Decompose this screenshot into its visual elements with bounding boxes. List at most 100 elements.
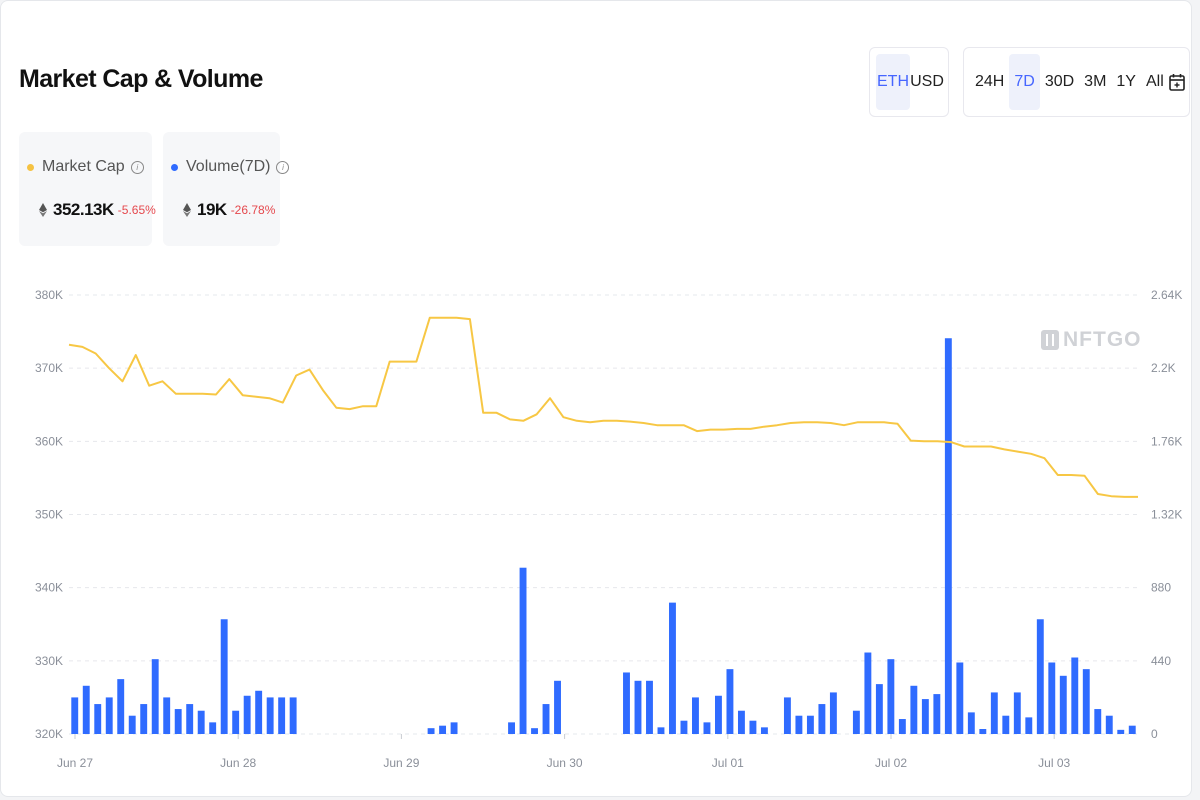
currency-eth-button[interactable]: ETH — [876, 54, 910, 110]
volume-bar — [657, 727, 665, 734]
volume-bar — [1128, 725, 1136, 734]
right-axis-tick-label: 1.32K — [1151, 508, 1182, 522]
volume-value: 19K — [197, 200, 227, 219]
volume-bar — [1071, 657, 1079, 734]
volume-bar — [117, 679, 125, 734]
x-axis-tick-label: Jul 02 — [875, 756, 907, 770]
market-cap-volume-card: Market Cap & Volume ETH USD 24H 7D 30D 3… — [0, 0, 1192, 797]
volume-bar — [829, 692, 837, 734]
volume-bar — [864, 652, 872, 734]
volume-bar — [71, 697, 79, 734]
info-icon[interactable]: i — [276, 160, 290, 174]
volume-bar — [703, 722, 711, 734]
left-axis-tick-label: 340K — [35, 581, 63, 595]
volume-bar — [1048, 662, 1056, 734]
volume-bar — [163, 697, 171, 734]
volume-bar — [760, 727, 768, 734]
volume-bar — [197, 710, 205, 734]
volume-bar — [898, 719, 906, 734]
page-title: Market Cap & Volume — [19, 65, 263, 93]
left-axis-tick-label: 380K — [35, 288, 63, 302]
volume-bar — [1059, 675, 1067, 734]
volume-bar — [1094, 709, 1102, 734]
volume-bar — [875, 684, 883, 734]
volume-bar — [450, 722, 458, 734]
volume-bar — [186, 704, 194, 734]
left-axis-tick-label: 320K — [35, 727, 63, 741]
volume-bar — [967, 712, 975, 734]
volume-bar — [944, 338, 952, 734]
volume-bar — [806, 715, 814, 734]
volume-bar — [531, 728, 538, 734]
volume-bar — [887, 659, 895, 734]
left-axis-tick-label: 360K — [35, 434, 63, 448]
volume-bar — [1117, 729, 1125, 734]
volume-bar — [94, 704, 102, 734]
volume-bar — [289, 697, 297, 734]
volume-bar — [737, 710, 745, 734]
calendar-icon[interactable] — [1168, 54, 1185, 110]
volume-bar — [82, 685, 90, 734]
volume-legend-dot — [171, 163, 178, 171]
volume-bar — [554, 680, 561, 734]
volume-bar — [542, 704, 550, 734]
volume-bar — [795, 715, 803, 734]
volume-bar — [669, 602, 676, 734]
volume-bar — [979, 729, 987, 734]
right-axis-tick-label: 440 — [1151, 654, 1171, 668]
volume-bar — [439, 725, 447, 734]
volume-bar — [714, 695, 722, 734]
market-cap-volume-chart: 380K 370K 360K 350K 340K 330K 320K 2.64K 2.2K 1.7… — [35, 288, 1182, 770]
currency-toggle: ETH USD — [869, 47, 949, 117]
x-axis-tick-label: Jun 28 — [220, 756, 256, 770]
volume-bar — [1013, 692, 1021, 734]
range-30d-button[interactable]: 30D — [1040, 54, 1079, 110]
range-24h-button[interactable]: 24H — [970, 54, 1009, 110]
volume-bar — [646, 680, 653, 734]
right-axis-tick-label: 2.2K — [1151, 361, 1176, 375]
right-axis-tick-label: 1.76K — [1151, 434, 1182, 448]
volume-bar — [692, 697, 699, 734]
volume-bar — [623, 672, 630, 734]
volume-bar — [783, 697, 791, 734]
range-all-button[interactable]: All — [1141, 54, 1169, 110]
volume-bar — [680, 720, 688, 734]
info-icon[interactable]: i — [130, 160, 144, 174]
volume-bar — [519, 567, 527, 734]
left-axis-tick-label: 350K — [35, 508, 63, 522]
volume-bar — [255, 690, 263, 734]
volume-bar — [220, 619, 228, 734]
range-3m-button[interactable]: 3M — [1079, 54, 1111, 110]
volume-bar — [1105, 715, 1113, 734]
market-cap-label: Market Cap — [42, 158, 125, 175]
currency-usd-button[interactable]: USD — [910, 54, 944, 110]
x-axis-tick-label: Jun 30 — [547, 756, 583, 770]
volume-bar — [427, 728, 435, 734]
range-7d-button[interactable]: 7D — [1009, 54, 1040, 110]
volume-bar — [852, 710, 860, 734]
volume-bar — [140, 704, 148, 734]
market-cap-line — [68, 316, 1138, 498]
volume-bar — [749, 720, 757, 734]
market-cap-change: -5.65% — [117, 203, 156, 217]
range-1y-button[interactable]: 1Y — [1111, 54, 1141, 110]
x-axis-tick-label: Jun 27 — [57, 756, 93, 770]
market-cap-value: 352.13K — [53, 200, 114, 219]
volume-bar — [933, 694, 941, 734]
x-axis-tick-label: Jul 01 — [712, 756, 744, 770]
right-axis-tick-label: 2.64K — [1151, 288, 1182, 302]
right-axis-tick-label: 880 — [1151, 581, 1171, 595]
range-toggle: 24H 7D 30D 3M 1Y All — [963, 47, 1190, 117]
x-axis-tick-label: Jun 29 — [383, 756, 419, 770]
volume-bar — [278, 697, 286, 734]
volume-bar — [174, 709, 182, 734]
volume-bar — [1036, 619, 1044, 734]
eth-icon — [39, 203, 47, 217]
volume-bar — [243, 695, 251, 734]
volume-bar — [726, 669, 734, 734]
left-axis-tick-label: 370K — [35, 361, 63, 375]
right-axis-tick-label: 0 — [1151, 727, 1158, 741]
x-axis-tick-label: Jul 03 — [1038, 756, 1070, 770]
market-cap-stat: Market Cap i 352.13K -5.65% — [19, 132, 156, 246]
volume-bar — [990, 692, 998, 734]
